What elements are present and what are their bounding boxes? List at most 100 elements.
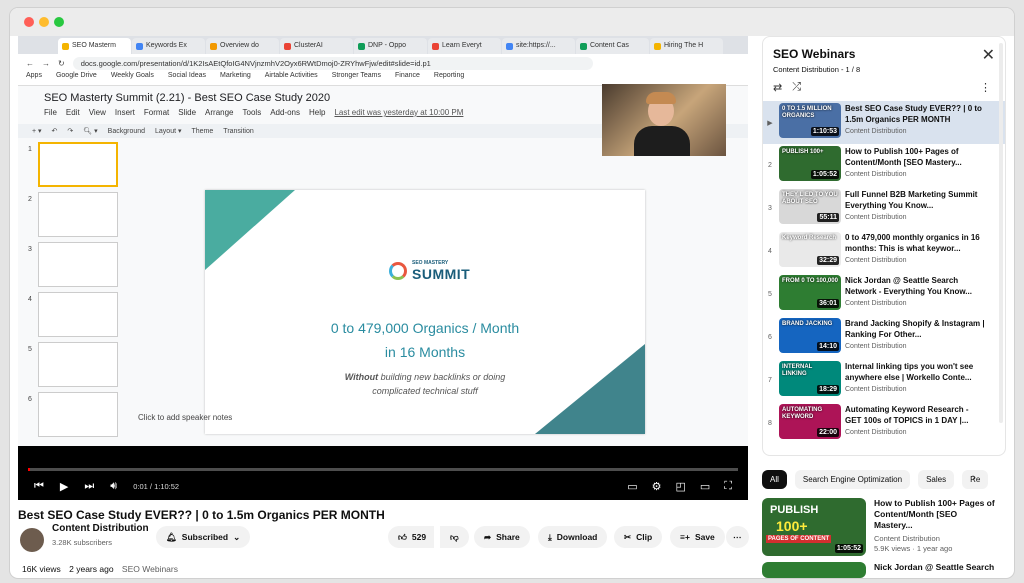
playlist-item[interactable]: 6 BRAND JACKING 14:10 Brand Jacking Shopify… [763,316,1005,359]
back-arrow-icon: ← [26,58,34,68]
playlist-item-title[interactable]: Best SEO Case Study EVER?? | 0 to 1.5m O… [845,103,985,125]
recommendation-title[interactable]: How to Publish 100+ Pages of Content/Mon… [874,498,998,531]
play-icon[interactable]: ▶ [60,480,68,493]
menu-item: Edit [65,108,80,117]
playlist-item[interactable]: 8 AUTOMATING KEYWORD 22:00 Automating Keywo… [763,402,1005,445]
theater-mode-icon[interactable]: ▭ [700,480,710,493]
view-count: 16K views [22,564,61,574]
playlist-item-thumbnail[interactable]: 0 TO 1.5 MILLION ORGANICS 1:10:53 [779,103,841,138]
menu-item: View [88,108,106,117]
maximize-window-button[interactable] [54,17,64,27]
more-actions-button[interactable]: ⋯ [726,526,749,548]
recorded-tab: ClusterAI [280,38,353,54]
playlist-scrollbar[interactable] [999,43,1003,423]
minimize-window-button[interactable] [39,17,49,27]
progress-bar[interactable] [28,468,738,471]
video-player[interactable]: SEO Masterm Keywords Ex Overview do Clus… [18,36,748,500]
video-duration: 1:05:52 [834,544,863,553]
slide-thumbnail [38,192,118,237]
plus-icon: + ▾ [32,128,42,135]
video-meta: 16K views 2 years ago SEO Webinars [22,564,184,574]
bell-icon: 🔔︎ [166,531,177,542]
playlist-item-title[interactable]: Internal linking tips you won't see anyw… [845,361,985,383]
toolbar-item: Transition [223,127,254,135]
playlist-item-index: 3 [768,205,772,212]
playlist-item[interactable]: 5 FROM 0 TO 100,000 36:01 Nick Jordan @ Sea… [763,273,1005,316]
playlist-item-thumbnail[interactable]: INTERNAL LINKING 18:29 [779,361,841,396]
title-bar [10,8,1014,36]
playlist-item[interactable]: ▶ 0 TO 1.5 MILLION ORGANICS 1:10:53 Best SE… [763,101,1005,144]
filter-chips: All Search Engine Optimization Sales Re [762,470,989,489]
playlist-item[interactable]: 3 THEY LIED TO YOU ABOUT SEO 55:11 Full Fun… [763,187,1005,230]
more-vertical-icon[interactable]: ⋮ [980,81,991,94]
volume-icon[interactable]: 🔊︎ [110,480,117,493]
download-button[interactable]: ⤓ Download [538,526,608,548]
dislike-button[interactable]: 👎︎ [440,526,469,548]
playlist-item-index: 8 [768,420,772,427]
playlist-item[interactable]: 2 PUBLISH 100+ 1:05:52 How to Publish 100+ … [763,144,1005,187]
playlist-item-thumbnail[interactable]: THEY LIED TO YOU ABOUT SEO 55:11 [779,189,841,224]
playlist-item-title[interactable]: Full Funnel B2B Marketing Summit Everyth… [845,189,985,211]
channel-name[interactable]: Content Distribution [52,523,149,534]
share-label: Share [496,532,520,542]
playlist-item-thumbnail[interactable]: AUTOMATING KEYWORD 22:00 [779,404,841,439]
shuffle-icon[interactable]: ⤮ [792,81,801,94]
channel-avatar[interactable] [20,528,44,552]
recommendation-item[interactable]: Nick Jordan @ Seattle Search [762,562,998,578]
slide-thumbnail [38,342,118,387]
settings-gear-icon[interactable]: ⚙ [652,480,662,493]
slides-doc-title: SEO Masterty Summit (2.21) - Best SEO Ca… [44,92,331,104]
recommendation-thumbnail[interactable]: PUBLISH 100+ PAGES OF CONTENT 1:05:52 [762,498,866,556]
recommendation-channel: Content Distribution [874,534,940,543]
playlist-item-thumbnail[interactable]: FROM 0 TO 100,000 36:01 [779,275,841,310]
chevron-right-icon[interactable]: › [972,472,975,483]
playlist-item-thumbnail[interactable]: BRAND JACKING 14:10 [779,318,841,353]
recommendation-item[interactable]: PUBLISH 100+ PAGES OF CONTENT 1:05:52 Ho… [762,498,998,556]
chip-seo[interactable]: Search Engine Optimization [794,470,911,489]
chip-all[interactable]: All [762,470,787,489]
next-icon[interactable]: ⏭ [84,480,94,493]
fullscreen-icon[interactable]: ⛶ [724,480,732,493]
playlist-item-channel: Content Distribution [845,429,907,436]
playlist-link[interactable]: SEO Webinars [122,564,178,574]
progress-fill [28,468,30,471]
slide-number: 2 [28,196,32,203]
playlist-item-title[interactable]: 0 to 479,000 monthly organics in 16 mont… [845,232,985,254]
subscribed-button[interactable]: 🔔︎ Subscribed ⌄ [156,526,251,548]
chip-sales[interactable]: Sales [918,470,955,489]
share-button[interactable]: ➦ Share [474,526,530,548]
recommendation-thumbnail[interactable] [762,562,866,578]
slide-headline: in 16 Months [384,344,466,360]
save-button[interactable]: ≡+ Save [670,526,725,548]
like-button[interactable]: 👍︎ 529 [388,526,435,548]
playlist-item-thumbnail[interactable]: PUBLISH 100+ 1:05:52 [779,146,841,181]
recorded-tab: Learn Everyt [428,38,501,54]
playlist-item-title[interactable]: Automating Keyword Research - GET 100s o… [845,404,985,426]
playlist-item-channel: Content Distribution [845,300,907,307]
bookmark: Marketing [220,72,251,79]
playlist-item-title[interactable]: How to Publish 100+ Pages of Content/Mon… [845,146,985,168]
previous-icon[interactable]: ⏮ [34,480,44,493]
toolbar-item: Layout ▾ [155,128,182,135]
playlist-item-title[interactable]: Brand Jacking Shopify & Instagram | Rank… [845,318,985,340]
clip-button[interactable]: ✂ Clip [614,526,663,548]
playlist-item[interactable]: 4 Keyword Research 32:29 0 to 479,000 month… [763,230,1005,273]
close-icon[interactable]: ✕ [982,45,995,65]
zoom-icon: 🔍︎ ▾ [83,128,98,135]
playlist-item-thumbnail[interactable]: Keyword Research 32:29 [779,232,841,267]
playlist-item[interactable]: 7 INTERNAL LINKING 18:29 Internal linking t… [763,359,1005,402]
playlist-title[interactable]: SEO Webinars [773,47,855,61]
presenter-hair [646,92,676,104]
loop-icon[interactable]: ⇄ [773,81,782,94]
close-window-button[interactable] [24,17,34,27]
thumb-text: PUBLISH [770,504,819,516]
slide-thumbnail [38,392,118,437]
miniplayer-icon[interactable]: ◰ [675,480,685,493]
bookmark: Reporting [433,72,465,79]
bookmark: Finance [394,72,420,79]
playlist-item-title[interactable]: Nick Jordan @ Seattle Search Network - E… [845,275,985,297]
recommendation-title[interactable]: Nick Jordan @ Seattle Search [874,562,998,573]
captions-icon[interactable]: ▭ [627,480,637,493]
summit-logo: SEO MASTERY SUMMIT [389,260,470,282]
slide-thumbnail [38,142,118,187]
